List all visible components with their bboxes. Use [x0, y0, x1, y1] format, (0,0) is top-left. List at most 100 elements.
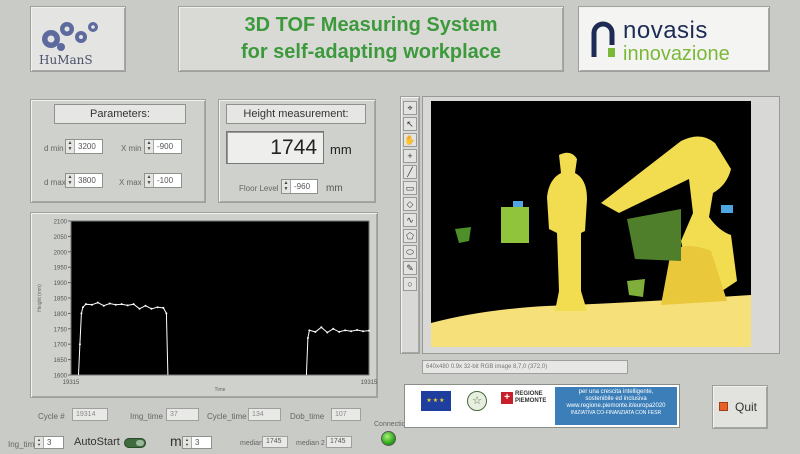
freehand-icon[interactable]: ∿ [403, 213, 417, 227]
y-tick-label: 1700 [54, 343, 68, 349]
rectangle-icon[interactable]: ▭ [403, 181, 417, 195]
y-tick-label: 2050 [54, 235, 68, 241]
height-display: 1744 [226, 131, 324, 164]
floor-level-spinner-icon[interactable]: ▲ ▼ [282, 180, 291, 193]
cycle-value: 19314 [72, 408, 108, 421]
height-data-point [326, 331, 329, 334]
d-min-spinner-icon[interactable]: ▲ ▼ [66, 140, 75, 153]
eu-banner: ★★★ ☆ + REGIONE PIEMONTE per una crescit… [404, 384, 680, 428]
median-2-label: median 2 [296, 440, 325, 447]
floor-unit: mm [326, 183, 343, 194]
height-data-point [368, 329, 370, 332]
arrow-icon[interactable]: ↖ [403, 117, 417, 131]
circle-icon[interactable]: ○ [403, 277, 417, 291]
img-time-label: Img_time [130, 412, 163, 421]
hand-icon[interactable]: ✋ [403, 133, 417, 147]
autostart-toggle-knob [136, 440, 144, 446]
median-1-label: median [240, 440, 263, 447]
y-tick-label: 1900 [54, 281, 68, 287]
height-data-point [332, 327, 335, 330]
quit-label: Quit [735, 400, 758, 414]
height-data-point [156, 306, 159, 309]
y-tick-label: 1650 [54, 358, 68, 364]
height-data-point [306, 337, 309, 340]
image-status-text: 640x480 0.9x 32-bit RGB image 8,7,0 (372… [426, 364, 548, 370]
d-max-field[interactable]: ▲ ▼ 3800 [65, 173, 103, 188]
cofinanziata-text: INIZIATIVA CO-FINANZIATA CON FESR [570, 410, 662, 416]
title-line-2: for self-adapting workplace [240, 41, 502, 63]
green-scrap-2 [627, 279, 645, 297]
y-tick-label: 2100 [54, 220, 68, 226]
crosshair-icon[interactable]: + [403, 149, 417, 163]
quit-button[interactable]: Quit [712, 385, 768, 429]
height-data-point [165, 312, 168, 315]
green-block-left [501, 207, 529, 243]
m-field[interactable]: ▲ ▼ 3 [182, 436, 212, 449]
novasis-logo-panel: novasis innovazione [578, 6, 770, 72]
europa-url[interactable]: www.regione.piemonte.it/europa2020 [555, 403, 677, 410]
d-max-spinner-icon[interactable]: ▲ ▼ [66, 174, 75, 187]
d-max-label: d max [44, 178, 66, 187]
height-data-point [144, 304, 147, 307]
cycle-label: Cycle # [38, 412, 65, 421]
title-panel: 3D TOF Measuring System for self-adaptin… [178, 6, 564, 72]
gears-icon [42, 22, 98, 51]
depth-image[interactable] [431, 101, 751, 347]
slogan-box: per una crescita intelligente, sostenibi… [555, 387, 677, 425]
d-min-label: d min [44, 144, 64, 153]
autostart-toggle[interactable] [124, 438, 146, 448]
floor-level-value: -960 [294, 182, 311, 191]
height-value: 1744 [270, 136, 317, 159]
m-label: m [170, 433, 182, 449]
height-data-point [80, 312, 83, 315]
pen-icon[interactable]: ✎ [403, 261, 417, 275]
image-status-bar: 640x480 0.9x 32-bit RGB image 8,7,0 (372… [422, 360, 628, 374]
slogan-line-1: per una crescita intelligente, [578, 389, 654, 395]
height-data-point [120, 303, 123, 306]
height-data-point [126, 304, 129, 307]
m-spinner-icon[interactable]: ▲ ▼ [183, 437, 192, 448]
x-min-label: X min [121, 144, 142, 153]
italy-emblem-icon: ☆ [467, 391, 487, 411]
x-min-value: -900 [157, 142, 174, 151]
cycle-time-value: 134 [248, 408, 281, 421]
x-max-label: X max [119, 178, 142, 187]
line-icon[interactable]: ╱ [403, 165, 417, 179]
x-max-field[interactable]: ▲ ▼ -100 [144, 173, 182, 188]
floor-level-field[interactable]: ▲ ▼ -960 [281, 179, 318, 194]
polygon-icon[interactable]: ⬠ [403, 229, 417, 243]
ellipse-icon[interactable]: ⬭ [403, 245, 417, 259]
novasis-mark-icon [591, 21, 615, 57]
height-data-point [84, 303, 87, 306]
height-data-point [78, 343, 81, 346]
pointer-icon[interactable]: ⌖ [403, 101, 417, 115]
height-data-point [344, 329, 347, 332]
blue-spot-2 [721, 205, 733, 213]
blue-spot-1 [513, 201, 523, 207]
ing-time-field[interactable]: ▲ ▼ 3 [34, 436, 64, 449]
d-min-value: 3200 [78, 142, 96, 151]
chart-plot-area [70, 220, 370, 376]
x-tick-label: 19315 [361, 380, 378, 386]
parameters-title: Parameters: [54, 104, 186, 124]
ing-time-spinner-icon[interactable]: ▲ ▼ [35, 437, 44, 448]
height-unit: mm [330, 142, 352, 157]
d-min-field[interactable]: ▲ ▼ 3200 [65, 139, 103, 154]
humans-logo-text: HuManS [39, 53, 93, 67]
height-data-point [81, 306, 84, 309]
floor-level-label: Floor Level [239, 184, 279, 193]
y-axis-label: Height (mm) [37, 284, 43, 312]
autostart-label: AutoStart [74, 436, 120, 448]
dob-time-label: Dob_time [290, 412, 325, 421]
x-tick-label: 19315 [63, 380, 80, 386]
y-tick-label: 1800 [54, 312, 68, 318]
height-data-point [102, 304, 105, 307]
x-min-field[interactable]: ▲ ▼ -900 [144, 139, 182, 154]
x-max-spinner-icon[interactable]: ▲ ▼ [145, 174, 154, 187]
ing-time-value: 3 [47, 438, 52, 447]
diamond-icon[interactable]: ◇ [403, 197, 417, 211]
x-min-spinner-icon[interactable]: ▲ ▼ [145, 140, 154, 153]
median-1-value: 1745 [262, 436, 288, 448]
height-data-point [338, 330, 341, 333]
d-max-value: 3800 [78, 176, 96, 185]
